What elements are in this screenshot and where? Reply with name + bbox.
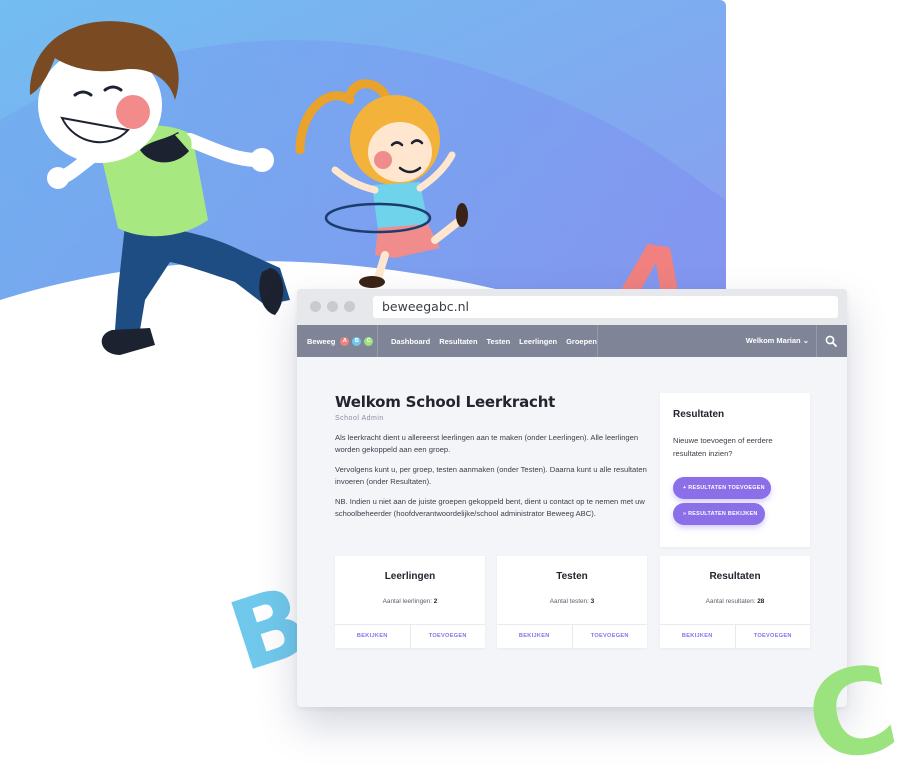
user-role: School Admin: [335, 415, 384, 422]
user-menu-label: Welkom Marian: [745, 336, 801, 345]
brand-name: Beweeg: [307, 336, 336, 346]
nav-item-leerlingen[interactable]: Leerlingen: [519, 337, 557, 346]
view-testen-button[interactable]: BEKIJKEN: [497, 625, 572, 648]
card-title: Resultaten: [709, 571, 761, 582]
view-resultaten-button[interactable]: BEKIJKEN: [660, 625, 735, 648]
results-card-text: Nieuwe toevoegen of eerdere resultaten i…: [673, 436, 773, 458]
browser-window: beweegabc.nl Beweeg A B C Dashboard Resu…: [297, 289, 847, 707]
address-bar[interactable]: beweegabc.nl: [373, 296, 838, 318]
browser-chrome: beweegabc.nl: [297, 289, 847, 325]
nav-item-resultaten[interactable]: Resultaten: [439, 337, 477, 346]
card-stat-value: 2: [433, 598, 438, 605]
nav-item-testen[interactable]: Testen: [487, 337, 511, 346]
results-card-title: Resultaten: [673, 409, 725, 420]
nav-divider: [597, 325, 598, 357]
window-dot-maximize[interactable]: [344, 301, 355, 312]
window-dot-minimize[interactable]: [327, 301, 338, 312]
top-navbar: Beweeg A B C Dashboard Resultaten Testen…: [297, 325, 847, 357]
brand-badge-b: B: [352, 336, 362, 346]
view-leerlingen-button[interactable]: BEKIJKEN: [335, 625, 410, 648]
search-icon[interactable]: [825, 335, 837, 347]
main-menu: Dashboard Resultaten Testen Leerlingen G…: [391, 325, 597, 357]
resultaten-card: Resultaten Aantal resultaten: 28 BEKIJKE…: [660, 556, 810, 648]
card-stat: Aantal resultaten: 28: [660, 598, 810, 605]
add-results-button[interactable]: + RESULTATEN TOEVOEGEN: [673, 477, 771, 499]
card-stat-label: Aantal leerlingen:: [382, 598, 433, 605]
nav-item-groepen[interactable]: Groepen: [566, 337, 597, 346]
testen-card: Testen Aantal testen: 3 BEKIJKEN TOEVOEG…: [497, 556, 647, 648]
results-card: Resultaten Nieuwe toevoegen of eerdere r…: [660, 393, 810, 547]
brand-badge-c: C: [364, 336, 374, 346]
add-testen-button[interactable]: TOEVOEGEN: [571, 625, 648, 648]
card-actions: BEKIJKEN TOEVOEGEN: [335, 624, 485, 648]
card-stat-label: Aantal resultaten:: [705, 598, 756, 605]
card-actions: BEKIJKEN TOEVOEGEN: [497, 624, 647, 648]
card-stat-value: 28: [757, 598, 765, 605]
card-stat-value: 3: [590, 598, 595, 605]
nav-divider: [816, 325, 817, 357]
leerlingen-card: Leerlingen Aantal leerlingen: 2 BEKIJKEN…: [335, 556, 485, 648]
user-menu[interactable]: Welkom Marian ⌄: [746, 325, 809, 357]
window-dot-close[interactable]: [310, 301, 321, 312]
brand-logo[interactable]: Beweeg A B C: [307, 325, 374, 357]
nav-item-dashboard[interactable]: Dashboard: [391, 337, 430, 346]
card-stat: Aantal testen: 3: [497, 598, 647, 605]
card-stat: Aantal leerlingen: 2: [335, 598, 485, 605]
welcome-section: Welkom School Leerkracht School Admin Al…: [335, 393, 655, 520]
letter-c-decoration: C: [800, 655, 908, 770]
add-leerlingen-button[interactable]: TOEVOEGEN: [409, 625, 486, 648]
page-title: Welkom School Leerkracht: [335, 393, 556, 411]
card-title: Testen: [556, 571, 588, 582]
chevron-down-icon: ⌄: [802, 336, 809, 345]
hero-background: [0, 0, 726, 330]
intro-paragraph: NB. Indien u niet aan de juiste groepen …: [335, 497, 645, 518]
intro-paragraph: Als leerkracht dient u allereerst leerli…: [335, 433, 639, 454]
nav-divider: [377, 325, 378, 357]
hero-wave: [0, 0, 726, 330]
card-title: Leerlingen: [384, 571, 436, 582]
add-resultaten-button[interactable]: TOEVOEGEN: [734, 625, 811, 648]
card-stat-label: Aantal testen:: [549, 598, 589, 605]
brand-badge-a: A: [340, 336, 350, 346]
svg-text:C: C: [800, 655, 908, 770]
dashboard-content: Welkom School Leerkracht School Admin Al…: [297, 357, 847, 707]
view-results-button[interactable]: » RESULTATEN BEKIJKEN: [673, 503, 765, 525]
intro-paragraph: Vervolgens kunt u, per groep, testen aan…: [335, 465, 647, 486]
card-actions: BEKIJKEN TOEVOEGEN: [660, 624, 810, 648]
